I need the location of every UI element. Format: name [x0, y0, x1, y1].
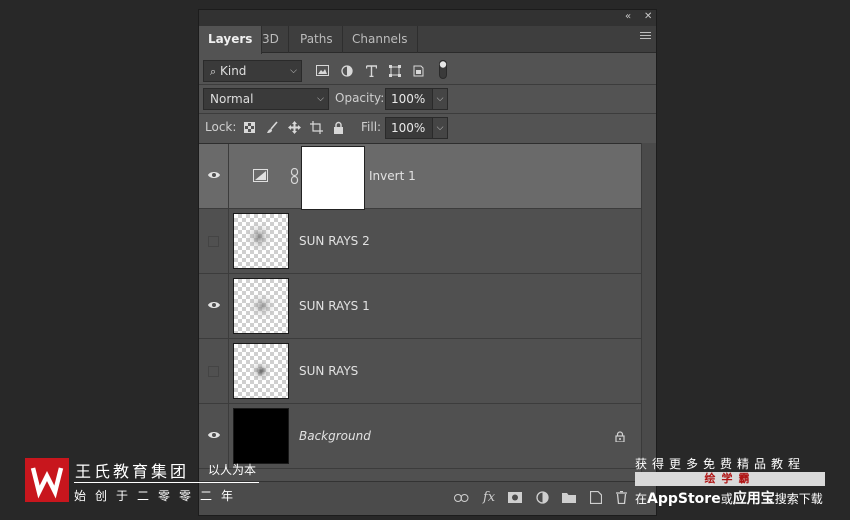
fx-icon[interactable]: fx [483, 491, 495, 505]
blend-mode-select[interactable]: Normal ⌵ [203, 88, 329, 110]
brand-divider [74, 482, 259, 483]
invert-adjustment-icon [253, 169, 268, 182]
chevron-down-icon: ⌵ [317, 94, 324, 104]
tab-paths[interactable]: Paths [291, 26, 343, 53]
tab-channels[interactable]: Channels [343, 26, 418, 53]
mask-icon[interactable] [508, 492, 522, 503]
adjustment-icon[interactable] [536, 491, 549, 504]
layer-name: Background [299, 429, 371, 443]
layer-thumbnail[interactable] [233, 343, 289, 399]
layer-row-sun-rays[interactable]: SUN RAYS [199, 339, 641, 404]
visibility-toggle[interactable] [199, 274, 229, 338]
brand-founded: 始创于二零零二年 [74, 489, 243, 503]
fill-dropdown-button[interactable]: ⌵ [432, 117, 448, 139]
layers-panel: « ✕ Layers 3D Paths Channels ⌕ Kind ⌵ No… [198, 9, 657, 516]
promo-text: 获得更多免费精品教程 [635, 457, 806, 471]
hidden-visibility-box [208, 366, 219, 377]
panel-menu-icon[interactable] [640, 32, 651, 41]
lock-label: Lock: [205, 120, 237, 134]
filter-smart-object-icon[interactable] [413, 65, 424, 77]
eye-icon [208, 302, 220, 308]
blend-mode-value: Normal [210, 92, 254, 106]
lock-transparent-pixels-icon[interactable] [244, 122, 255, 133]
layer-name: SUN RAYS 2 [299, 234, 370, 248]
blend-row: Normal ⌵ Opacity: 100% ⌵ [199, 85, 656, 113]
filter-adjustment-icon[interactable] [341, 65, 353, 77]
visibility-toggle[interactable] [199, 339, 229, 403]
tab-3d[interactable]: 3D [253, 26, 289, 53]
eye-icon [208, 172, 220, 178]
filter-toggle-icon[interactable] [439, 60, 447, 79]
group-folder-icon[interactable] [562, 492, 576, 503]
thumbnail-content [246, 222, 272, 252]
layer-row-invert-1[interactable]: Invert 1 [199, 144, 641, 209]
opacity-dropdown-button[interactable]: ⌵ [432, 88, 448, 110]
visibility-toggle[interactable] [199, 209, 229, 273]
search-icon: ⌕ [210, 65, 217, 78]
layer-thumbnail[interactable] [233, 408, 289, 464]
layer-name: SUN RAYS 1 [299, 299, 370, 313]
layer-thumbnail[interactable] [233, 278, 289, 334]
app-promo-watermark: 获得更多免费精品教程 绘学霸 在AppStore或应用宝搜索下载 [632, 455, 830, 511]
brand-name: 王氏教育集团 [75, 462, 190, 481]
download-prefix: 在 [635, 492, 648, 506]
brand-motto: 以人为本 [208, 463, 257, 477]
link-icon[interactable] [454, 494, 469, 502]
download-text: 在AppStore或应用宝搜索下载 [635, 488, 823, 508]
fill-label: Fill: [361, 120, 382, 134]
new-layer-icon[interactable] [590, 491, 602, 504]
brand-watermark: 王氏教育集团 以人为本 始创于二零零二年 [25, 458, 265, 508]
w-logo-icon [30, 467, 64, 499]
lock-all-icon[interactable] [333, 121, 344, 134]
filter-pixel-image-icon[interactable] [316, 65, 329, 76]
filter-kind-label: Kind [220, 64, 247, 78]
download-or: 或 [720, 492, 733, 506]
app-name-badge: 绘学霸 [635, 472, 825, 486]
chevron-down-icon: ⌵ [290, 66, 297, 76]
layer-name: Invert 1 [369, 169, 416, 183]
filter-shape-icon[interactable] [389, 65, 401, 77]
trash-icon[interactable] [616, 491, 627, 504]
filter-row: ⌕ Kind ⌵ [199, 54, 656, 84]
lock-position-move-icon[interactable] [288, 121, 301, 134]
layer-row-background[interactable]: Background [199, 404, 641, 469]
download-store-yingyongbao: 应用宝 [732, 491, 775, 507]
download-store-appstore: AppStore [647, 491, 721, 507]
lock-image-pixels-brush-icon[interactable] [266, 121, 278, 134]
opacity-input[interactable]: 100% [385, 88, 433, 110]
thumbnail-content [251, 361, 271, 381]
mask-link-chain-icon[interactable] [290, 168, 299, 184]
collapse-panel-icon[interactable]: « [625, 11, 631, 22]
layers-scrollbar[interactable] [641, 143, 656, 481]
close-panel-icon[interactable]: ✕ [644, 11, 652, 22]
layer-name: SUN RAYS [299, 364, 359, 378]
filter-kind-select[interactable]: ⌕ Kind ⌵ [203, 60, 302, 82]
download-suffix: 搜索下载 [774, 492, 823, 506]
layers-list: Invert 1 SUN RAYS 2 SUN RAYS 1 SUN RAYS … [199, 143, 641, 482]
lock-artboard-icon[interactable] [310, 121, 323, 134]
panel-titlebar: « ✕ [199, 10, 656, 26]
eye-icon [208, 432, 220, 438]
panel-tabs: Layers 3D Paths Channels [199, 26, 656, 54]
layer-mask-thumbnail[interactable] [302, 147, 364, 209]
lock-icon [615, 431, 625, 442]
layers-footer: fx [199, 481, 656, 515]
layer-row-sun-rays-1[interactable]: SUN RAYS 1 [199, 274, 641, 339]
hidden-visibility-box [208, 236, 219, 247]
brand-logo [25, 458, 69, 502]
layer-thumbnail[interactable] [233, 213, 289, 269]
fill-input[interactable]: 100% [385, 117, 433, 139]
visibility-toggle[interactable] [199, 144, 229, 208]
filter-type-icon[interactable] [366, 65, 377, 77]
lock-row: Lock: Fill: 100% ⌵ [199, 114, 656, 142]
thumbnail-content [248, 293, 276, 319]
opacity-label: Opacity: [335, 91, 385, 105]
layer-row-sun-rays-2[interactable]: SUN RAYS 2 [199, 209, 641, 274]
